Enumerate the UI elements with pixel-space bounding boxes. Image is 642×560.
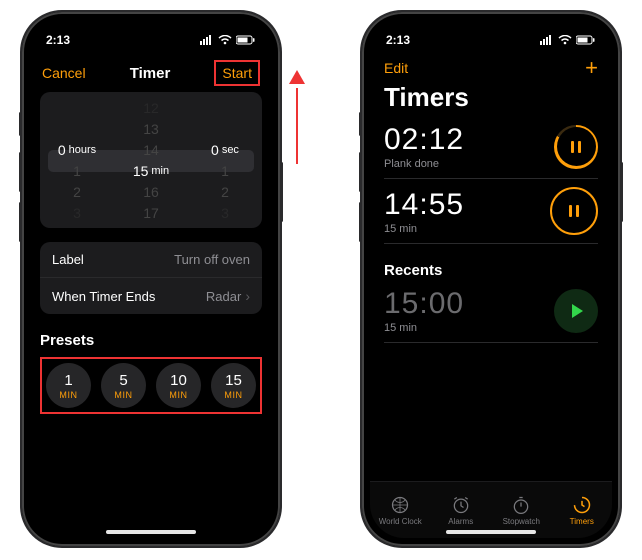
recent-timer-row[interactable]: 15:00 15 min	[370, 281, 612, 340]
wifi-icon	[218, 35, 232, 45]
side-button	[359, 112, 362, 136]
label-key: Label	[52, 252, 84, 267]
status-time: 2:13	[46, 33, 70, 47]
divider	[384, 342, 598, 343]
label-value: Turn off oven	[174, 252, 250, 267]
add-button[interactable]: +	[585, 55, 598, 81]
timer-time: 15:00	[384, 287, 464, 321]
timer-time: 14:55	[384, 188, 464, 222]
home-indicator[interactable]	[106, 530, 196, 534]
alarm-icon	[451, 495, 471, 515]
active-timer-row[interactable]: 14:55 15 min	[370, 181, 612, 241]
when-timer-ends-row[interactable]: When Timer Ends Radar ›	[40, 277, 262, 314]
power-button	[280, 162, 283, 222]
timer-settings-group: Label Turn off oven When Timer Ends Rada…	[40, 242, 262, 314]
timer-label: Plank done	[384, 158, 464, 170]
play-icon	[572, 304, 583, 318]
divider	[384, 178, 598, 179]
annotation-arrow	[288, 70, 305, 84]
pause-icon	[569, 205, 579, 217]
picker-minutes-column[interactable]: 12 13 14 15min 16 17 18	[114, 98, 188, 222]
start-button[interactable]: Start	[214, 60, 260, 86]
presets-title: Presets	[40, 332, 262, 349]
chevron-right-icon: ›	[245, 288, 250, 304]
ends-value: Radar	[206, 289, 241, 304]
tab-world-clock[interactable]: World Clock	[370, 482, 431, 538]
notch	[103, 20, 199, 42]
volume-up	[19, 152, 22, 192]
side-button	[19, 112, 22, 136]
wifi-icon	[558, 35, 572, 45]
phone-right: 2:13 Edit + Timers 02:12 Plank done 14:	[360, 10, 622, 548]
pause-button[interactable]	[554, 125, 598, 169]
volume-down	[359, 202, 362, 242]
cancel-button[interactable]: Cancel	[42, 65, 86, 81]
volume-down	[19, 202, 22, 242]
tab-timers[interactable]: Timers	[552, 482, 613, 538]
start-button[interactable]	[554, 289, 598, 333]
pause-button[interactable]	[550, 187, 598, 235]
timer-time: 02:12	[384, 123, 464, 157]
page-title: Timers	[370, 82, 612, 117]
recents-title: Recents	[370, 246, 612, 281]
battery-icon	[576, 35, 596, 45]
preset-1min-button[interactable]: 1MIN	[46, 363, 91, 408]
preset-15min-button[interactable]: 15MIN	[211, 363, 256, 408]
phone-left: 2:13 Cancel Timer Start 0hours 1 2 3	[20, 10, 282, 548]
nav-bar: Cancel Timer Start	[30, 54, 272, 92]
page-title: Timer	[130, 65, 171, 82]
power-button	[620, 162, 623, 222]
active-timer-row[interactable]: 02:12 Plank done	[370, 117, 612, 176]
label-row[interactable]: Label Turn off oven	[40, 242, 262, 277]
presets-section: Presets 1MIN 5MIN 10MIN 15MIN	[40, 332, 262, 414]
duration-picker[interactable]: 0hours 1 2 3 12 13 14 15min 16 17 18 0se…	[40, 92, 262, 228]
signal-icon	[540, 35, 554, 45]
ends-key: When Timer Ends	[52, 289, 155, 304]
battery-icon	[236, 35, 256, 45]
preset-5min-button[interactable]: 5MIN	[101, 363, 146, 408]
stopwatch-icon	[511, 495, 531, 515]
edit-button[interactable]: Edit	[384, 60, 408, 76]
divider	[384, 243, 598, 244]
picker-hours-column[interactable]: 0hours 1 2 3	[40, 98, 114, 222]
volume-up	[359, 152, 362, 192]
picker-seconds-column[interactable]: 0sec 1 2 3	[188, 98, 262, 222]
timer-label: 15 min	[384, 223, 464, 235]
presets-grid: 1MIN 5MIN 10MIN 15MIN	[40, 357, 262, 414]
preset-10min-button[interactable]: 10MIN	[156, 363, 201, 408]
timer-icon	[572, 495, 592, 515]
nav-bar: Edit +	[370, 54, 612, 82]
signal-icon	[200, 35, 214, 45]
home-indicator[interactable]	[446, 530, 536, 534]
timer-label: 15 min	[384, 322, 464, 334]
globe-icon	[390, 495, 410, 515]
notch	[443, 20, 539, 42]
status-time: 2:13	[386, 33, 410, 47]
pause-icon	[571, 141, 581, 153]
